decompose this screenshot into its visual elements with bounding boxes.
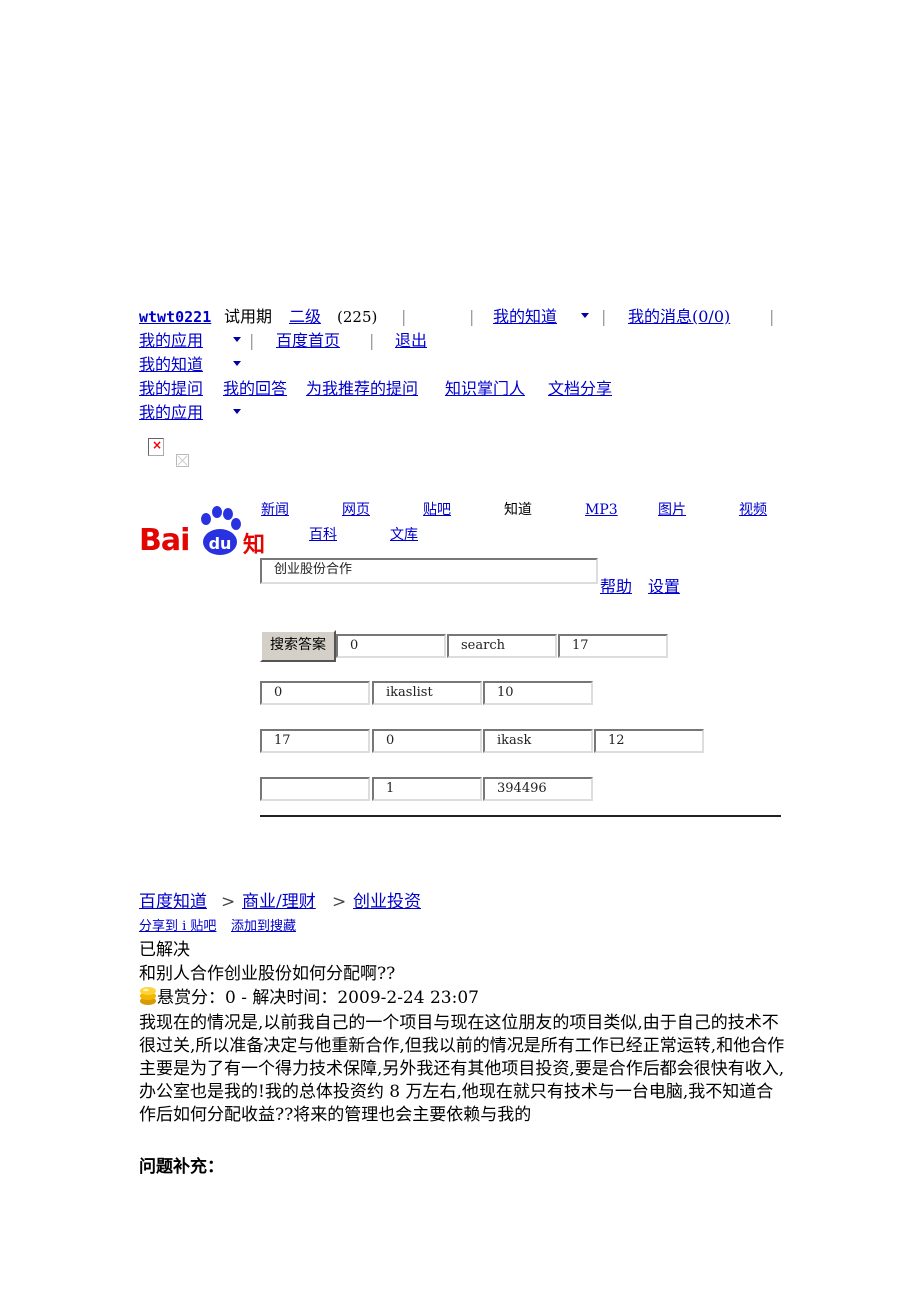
my-zhidao-link[interactable]: 我的知道 <box>493 305 557 329</box>
separator: | <box>249 331 255 350</box>
my-zhidao-menu-title[interactable]: 我的知道 <box>139 353 203 377</box>
share-links: 分享到 i 贴吧 添加到搜藏 <box>139 918 439 936</box>
coin-stack-icon <box>140 987 156 1005</box>
dropdown-arrow-icon[interactable] <box>233 409 241 414</box>
separator: | <box>369 331 375 350</box>
user-status: 试用期 <box>224 307 273 326</box>
hidden-field[interactable]: 1 <box>372 777 482 801</box>
breadcrumb: 百度知道 > 商业/理财 > 创业投资 <box>139 890 539 914</box>
separator: | <box>601 307 607 326</box>
menu-item-recommended[interactable]: 为我推荐的提问 <box>306 377 418 401</box>
my-messages-link[interactable]: 我的消息(0/0) <box>628 305 730 329</box>
separator: | <box>401 307 407 326</box>
hidden-field[interactable]: 17 <box>260 729 370 753</box>
baidu-logo[interactable]: Bai du 知 <box>139 505 266 565</box>
breadcrumb-zhidao[interactable]: 百度知道 <box>139 890 207 914</box>
hidden-field[interactable]: 0 <box>336 634 446 658</box>
share-tieba-link[interactable]: 分享到 i 贴吧 <box>139 918 216 936</box>
hidden-field[interactable]: ikask <box>483 729 593 753</box>
search-input[interactable]: 创业股份合作 <box>260 558 598 584</box>
user-score: (225) <box>337 308 378 326</box>
hidden-field[interactable]: 0 <box>372 729 482 753</box>
menu-item-my-answers[interactable]: 我的回答 <box>223 377 287 401</box>
logo-suffix: 知 <box>243 533 266 558</box>
question-meta: 悬赏分：0 - 解决时间：2009-2-24 23:07 <box>139 986 479 1010</box>
user-level-link[interactable]: 二级 <box>289 305 321 329</box>
hidden-field[interactable]: 394496 <box>483 777 593 801</box>
dropdown-arrow-icon[interactable] <box>233 361 241 366</box>
my-apps-menu-title[interactable]: 我的应用 <box>139 401 203 425</box>
hidden-field[interactable] <box>260 777 370 801</box>
nav-video[interactable]: 视频 <box>739 500 767 520</box>
baidu-home-link[interactable]: 百度首页 <box>276 329 340 353</box>
nav-baike[interactable]: 百科 <box>309 525 337 545</box>
dropdown-arrow-icon[interactable] <box>233 337 241 342</box>
question-supplement-label: 问题补充： <box>139 1157 224 1177</box>
my-apps-menu: 我的应用 <box>139 401 339 425</box>
separator: | <box>769 307 775 326</box>
question-title: 和别人合作创业股份如何分配啊?? <box>139 964 396 984</box>
breadcrumb-separator: > <box>332 892 347 912</box>
my-zhidao-menu-items: 我的提问 我的回答 为我推荐的提问 知识掌门人 文档分享 <box>139 377 659 401</box>
nav-zhidao-active: 知道 <box>504 502 532 518</box>
logo-text: Bai <box>139 523 190 558</box>
menu-item-my-questions[interactable]: 我的提问 <box>139 377 203 401</box>
help-link[interactable]: 帮助 <box>600 575 632 599</box>
my-apps-link[interactable]: 我的应用 <box>139 329 203 353</box>
hidden-field[interactable]: 17 <box>558 634 668 658</box>
broken-image-icon <box>176 454 189 467</box>
search-nav: 新闻 网页 贴吧 知道 MP3 图片 视频 <box>261 500 781 520</box>
search-nav-row2: 百科 文库 <box>309 525 509 545</box>
user-bar: wtwt0221 试用期 二级 (225) | | 我的知道 | 我的消息(0/… <box>139 305 789 329</box>
menu-item-knowledge-master[interactable]: 知识掌门人 <box>445 377 525 401</box>
reward-and-time: 悬赏分：0 - 解决时间：2009-2-24 23:07 <box>157 988 479 1008</box>
hidden-field[interactable]: search <box>447 634 557 658</box>
user-bar-line2: 我的应用 | 百度首页 | 退出 <box>139 329 539 353</box>
add-favorite-link[interactable]: 添加到搜藏 <box>231 918 296 936</box>
divider <box>260 815 781 817</box>
broken-image-icon <box>148 438 164 456</box>
dropdown-arrow-icon[interactable] <box>581 313 589 318</box>
hidden-field[interactable]: 10 <box>483 681 593 705</box>
hidden-field[interactable]: 12 <box>594 729 704 753</box>
nav-mp3[interactable]: MP3 <box>585 500 618 520</box>
nav-wenku[interactable]: 文库 <box>390 525 418 545</box>
settings-link[interactable]: 设置 <box>648 575 680 599</box>
nav-images[interactable]: 图片 <box>658 500 686 520</box>
search-answer-button[interactable]: 搜索答案 <box>260 630 336 662</box>
breadcrumb-business[interactable]: 商业/理财 <box>242 890 316 914</box>
question-body: 我现在的情况是,以前我自己的一个项目与现在这位朋友的项目类似,由于自己的技术不很… <box>139 1013 785 1125</box>
menu-item-doc-share[interactable]: 文档分享 <box>548 377 612 401</box>
logout-link[interactable]: 退出 <box>395 329 427 353</box>
question-status: 已解决 <box>139 940 190 960</box>
separator: | <box>469 307 475 326</box>
nav-web[interactable]: 网页 <box>342 500 370 520</box>
svg-text:du: du <box>209 534 232 553</box>
hidden-field[interactable]: ikaslist <box>372 681 482 705</box>
breadcrumb-separator: > <box>221 892 236 912</box>
my-zhidao-menu: 我的知道 <box>139 353 339 377</box>
nav-news[interactable]: 新闻 <box>261 500 289 520</box>
nav-tieba[interactable]: 贴吧 <box>423 500 451 520</box>
username-link[interactable]: wtwt0221 <box>139 305 211 329</box>
hidden-field[interactable]: 0 <box>260 681 370 705</box>
breadcrumb-startup[interactable]: 创业投资 <box>353 890 421 914</box>
paw-icon: du <box>201 506 241 555</box>
